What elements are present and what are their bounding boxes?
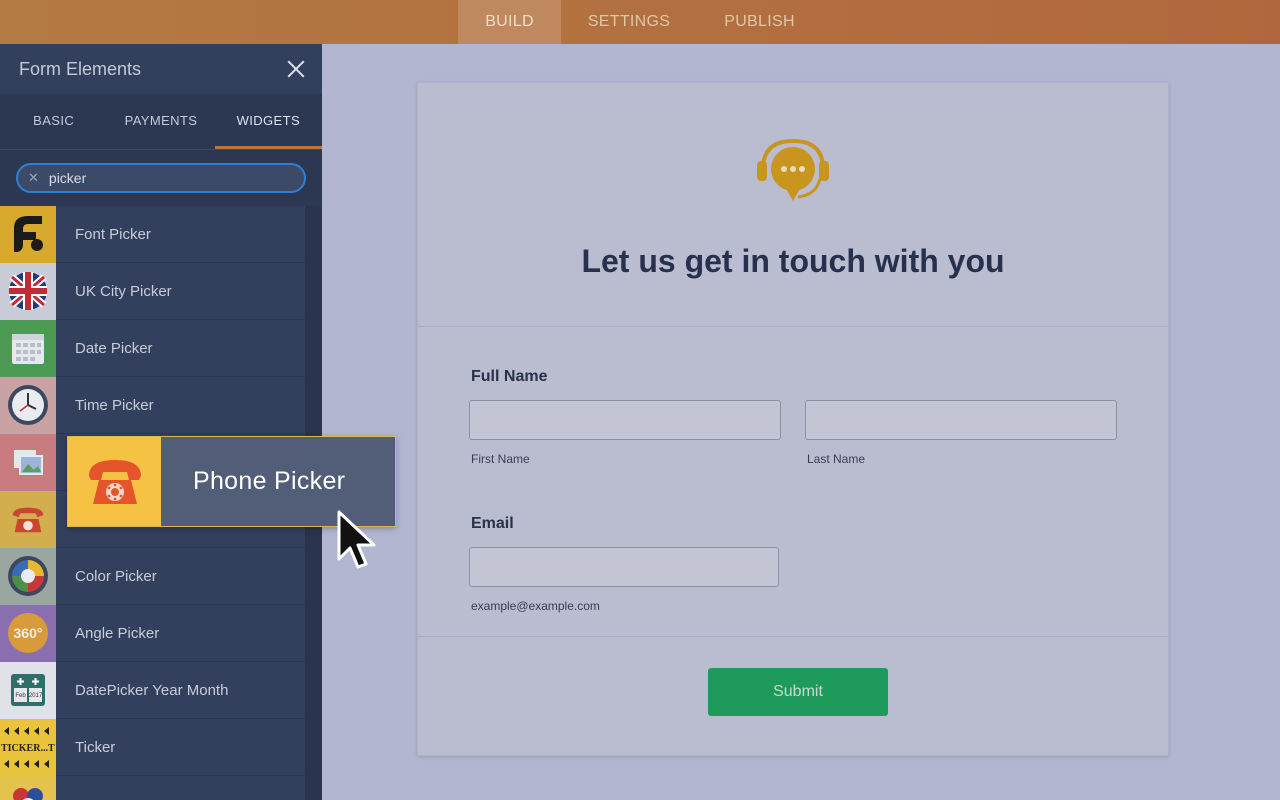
tab-payments[interactable]: PAYMENTS <box>107 94 214 149</box>
dragged-widget-label: Phone Picker <box>193 467 346 495</box>
panel-tabs: BASIC PAYMENTS WIDGETS <box>0 94 322 150</box>
search-box: ✕ <box>16 163 306 193</box>
calendar-month-text: Feb <box>15 693 26 699</box>
form-canvas: Let us get in touch with you Full Name F… <box>417 82 1169 756</box>
calendar-icon <box>0 319 56 377</box>
email-input[interactable] <box>469 547 779 587</box>
submit-button[interactable]: Submit <box>708 668 888 716</box>
widget-item-date-picker[interactable]: Date Picker <box>0 319 305 377</box>
clear-search-icon[interactable]: ✕ <box>28 170 39 186</box>
widget-item-datepicker-year-month[interactable]: Feb 2017 DatePicker Year Month <box>0 661 305 719</box>
widget-item-flags[interactable] <box>0 775 305 800</box>
uk-flag-icon <box>0 262 56 320</box>
mouse-cursor-icon <box>336 509 378 576</box>
widget-item-label: Font Picker <box>75 225 151 243</box>
flags-icon <box>0 775 56 800</box>
email-label: Email <box>471 515 514 532</box>
ticker-icon-text: TICKER...T <box>1 743 55 754</box>
ticker-icon: TICKER...T <box>0 718 56 776</box>
email-sublabel: example@example.com <box>471 599 600 613</box>
tab-basic[interactable]: BASIC <box>0 94 107 149</box>
widget-item-ticker[interactable]: TICKER...T Ticker <box>0 718 305 776</box>
telephone-icon <box>0 490 56 548</box>
search-bar: ✕ <box>0 150 322 206</box>
widget-item-time-picker[interactable]: Time Picker <box>0 376 305 434</box>
widget-item-label: Time Picker <box>75 396 154 414</box>
widget-item-label: UK City Picker <box>75 282 172 300</box>
widget-item-label: DatePicker Year Month <box>75 681 229 699</box>
widget-item-color-picker[interactable]: Color Picker <box>0 547 305 605</box>
last-name-sublabel: Last Name <box>807 452 866 466</box>
color-wheel-icon <box>0 547 56 605</box>
first-name-input[interactable] <box>469 400 781 440</box>
top-nav: BUILD SETTINGS PUBLISH <box>0 0 1280 44</box>
widget-item-label: Color Picker <box>75 567 157 585</box>
tab-publish[interactable]: PUBLISH <box>697 0 822 44</box>
panel-header: Form Elements <box>0 44 322 94</box>
panel-title: Form Elements <box>19 58 142 79</box>
widget-item-label: Date Picker <box>75 339 153 357</box>
angle-360-icon: 360° <box>0 604 56 662</box>
widget-item-label: Ticker <box>75 738 116 756</box>
telephone-icon <box>68 437 161 526</box>
form-divider <box>418 636 1168 637</box>
widget-item-label: Angle Picker <box>75 624 160 642</box>
close-icon[interactable] <box>286 59 306 79</box>
tab-settings[interactable]: SETTINGS <box>561 0 697 44</box>
calendar-year-text: 2017 <box>29 693 43 699</box>
tab-build[interactable]: BUILD <box>458 0 561 44</box>
full-name-label: Full Name <box>471 368 548 385</box>
widget-item-font-picker[interactable]: Font Picker <box>0 205 305 263</box>
tab-widgets[interactable]: WIDGETS <box>214 94 322 149</box>
form-heading: Let us get in touch with you <box>581 243 1005 279</box>
font-picker-icon <box>0 205 56 263</box>
widget-item-angle-picker[interactable]: 360° Angle Picker <box>0 604 305 662</box>
image-picker-icon <box>0 433 56 491</box>
search-input[interactable] <box>48 170 249 186</box>
widget-item-uk-city-picker[interactable]: UK City Picker <box>0 262 305 320</box>
last-name-input[interactable] <box>805 400 1117 440</box>
clock-icon <box>0 376 56 434</box>
form-elements-panel: Form Elements BASIC PAYMENTS WIDGETS ✕ F… <box>0 44 322 800</box>
year-month-calendar-icon: Feb 2017 <box>0 661 56 719</box>
angle-icon-text: 360° <box>14 625 43 641</box>
first-name-sublabel: First Name <box>471 452 530 466</box>
support-headset-icon <box>754 135 832 212</box>
